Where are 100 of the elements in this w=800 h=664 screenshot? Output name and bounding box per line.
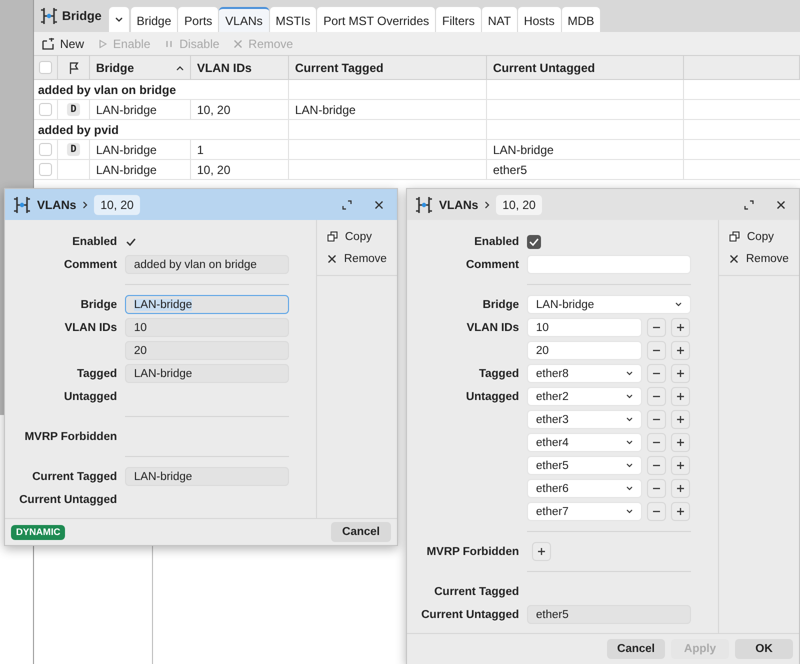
sort-ascending-icon (176, 64, 184, 70)
check-icon (126, 238, 136, 246)
close-icon (776, 200, 786, 210)
enabled-checkbox[interactable] (527, 234, 541, 248)
dropdown-field[interactable]: LAN-bridge (527, 295, 691, 314)
readonly-field[interactable]: added by vlan on bridge (125, 255, 289, 274)
bridge-logo-icon (40, 7, 58, 25)
check-icon (529, 238, 539, 246)
column-header[interactable]: Current Tagged (295, 60, 384, 74)
dropdown-field[interactable]: ether3 (527, 410, 642, 429)
row-checkbox[interactable] (39, 143, 52, 156)
field-label: Current Tagged (32, 470, 117, 482)
close-icon (729, 254, 739, 264)
column-header[interactable]: Bridge (96, 60, 184, 74)
add-row-button[interactable] (671, 479, 690, 498)
add-row-button[interactable] (671, 364, 690, 383)
dropdown-field[interactable]: ether6 (527, 479, 642, 498)
dialog-title: VLANs (37, 198, 76, 212)
input-field[interactable]: 10 (527, 318, 642, 337)
add-row-button[interactable] (671, 341, 690, 360)
tab[interactable]: Filters (436, 7, 481, 32)
plus-icon (676, 392, 685, 401)
tab[interactable]: Port MST Overrides (317, 7, 436, 32)
readonly-field[interactable]: LAN-bridge (125, 467, 289, 486)
table-cell: ether5 (493, 162, 528, 176)
field-label: MVRP Forbidden (426, 546, 519, 558)
group-header: added by vlan on bridge (38, 82, 176, 96)
plus-icon (676, 484, 685, 493)
flag-icon (68, 62, 78, 74)
field-label: Tagged (76, 368, 117, 380)
action-button[interactable]: Copy (327, 228, 397, 245)
field-label: Bridge (80, 298, 117, 310)
add-row-button[interactable] (671, 318, 690, 337)
chevron-down-icon (626, 463, 633, 468)
field-label: Bridge (482, 298, 519, 310)
chevron-down-icon (626, 417, 633, 422)
expand-icon (342, 200, 352, 210)
column-header[interactable]: Current Untagged (493, 60, 595, 74)
chevron-down-icon (626, 440, 633, 445)
footer-button[interactable]: Cancel (607, 639, 665, 659)
input-field[interactable] (527, 255, 691, 274)
table-cell: LAN-bridge (96, 142, 157, 156)
tab[interactable]: MSTIs (270, 7, 316, 32)
dialog-title: VLANs (439, 198, 478, 212)
chevron-down-icon (626, 371, 633, 376)
breadcrumb-chip[interactable]: 10, 20 (94, 194, 140, 214)
group-header: added by pvid (38, 122, 119, 136)
footer-button[interactable]: OK (735, 639, 793, 659)
add-row-button[interactable] (671, 410, 690, 429)
plus-icon (537, 547, 546, 556)
field-label: MVRP Forbidden (24, 430, 117, 442)
select-all-checkbox[interactable] (39, 61, 52, 74)
enabled-checkbox[interactable] (125, 236, 137, 248)
dropdown-field[interactable]: ether4 (527, 433, 642, 452)
tab[interactable]: VLANs (219, 7, 269, 32)
readonly-field[interactable]: LAN-bridge (125, 364, 289, 383)
plus-icon (676, 323, 685, 332)
add-row-button[interactable] (671, 433, 690, 452)
table-cell: 10, 20 (197, 102, 230, 116)
add-button[interactable] (532, 542, 551, 561)
readonly-field[interactable]: 20 (125, 341, 289, 360)
breadcrumb-chip[interactable]: 10, 20 (496, 194, 542, 214)
add-row-button[interactable] (671, 387, 690, 406)
chevron-down-icon (626, 394, 633, 399)
plus-icon (676, 369, 685, 378)
field-label: Comment (466, 258, 519, 270)
action-button[interactable]: Remove (327, 250, 397, 267)
dropdown-field[interactable]: ether8 (527, 364, 642, 383)
pause-icon (164, 38, 174, 48)
readonly-field[interactable]: LAN-bridge (125, 295, 289, 314)
new-icon (42, 38, 55, 50)
tab[interactable]: Ports (178, 7, 218, 32)
tab[interactable]: Hosts (518, 7, 561, 32)
field-label: VLAN IDs (64, 322, 117, 334)
action-button[interactable]: Remove (729, 250, 799, 267)
readonly-field[interactable]: 10 (125, 318, 289, 337)
tab[interactable]: Bridge (130, 7, 178, 32)
readonly-field[interactable]: ether5 (527, 605, 691, 624)
dropdown-field[interactable]: ether7 (527, 502, 642, 521)
dropdown-field[interactable]: ether2 (527, 387, 642, 406)
table-cell: LAN-bridge (493, 142, 554, 156)
table-cell: LAN-bridge (295, 102, 356, 116)
chevron-down-icon (675, 302, 682, 307)
row-checkbox[interactable] (39, 163, 52, 176)
column-header[interactable]: VLAN IDs (197, 60, 252, 74)
row-checkbox[interactable] (39, 103, 52, 116)
input-field[interactable]: 20 (527, 341, 642, 360)
tab[interactable]: MDB (562, 7, 600, 32)
add-row-button[interactable] (671, 456, 690, 475)
tab[interactable]: NAT (482, 7, 517, 32)
close-icon (374, 200, 384, 210)
dropdown-field[interactable]: ether5 (527, 456, 642, 475)
field-label: Tagged (478, 368, 519, 380)
bridge-logo-icon (415, 196, 433, 214)
action-button[interactable]: Copy (729, 228, 799, 245)
field-label: Comment (64, 258, 117, 270)
add-row-button[interactable] (671, 502, 690, 521)
field-label: Untagged (466, 390, 519, 402)
toolbar-button[interactable]: New (42, 36, 84, 50)
footer-button[interactable]: Cancel (331, 522, 391, 542)
